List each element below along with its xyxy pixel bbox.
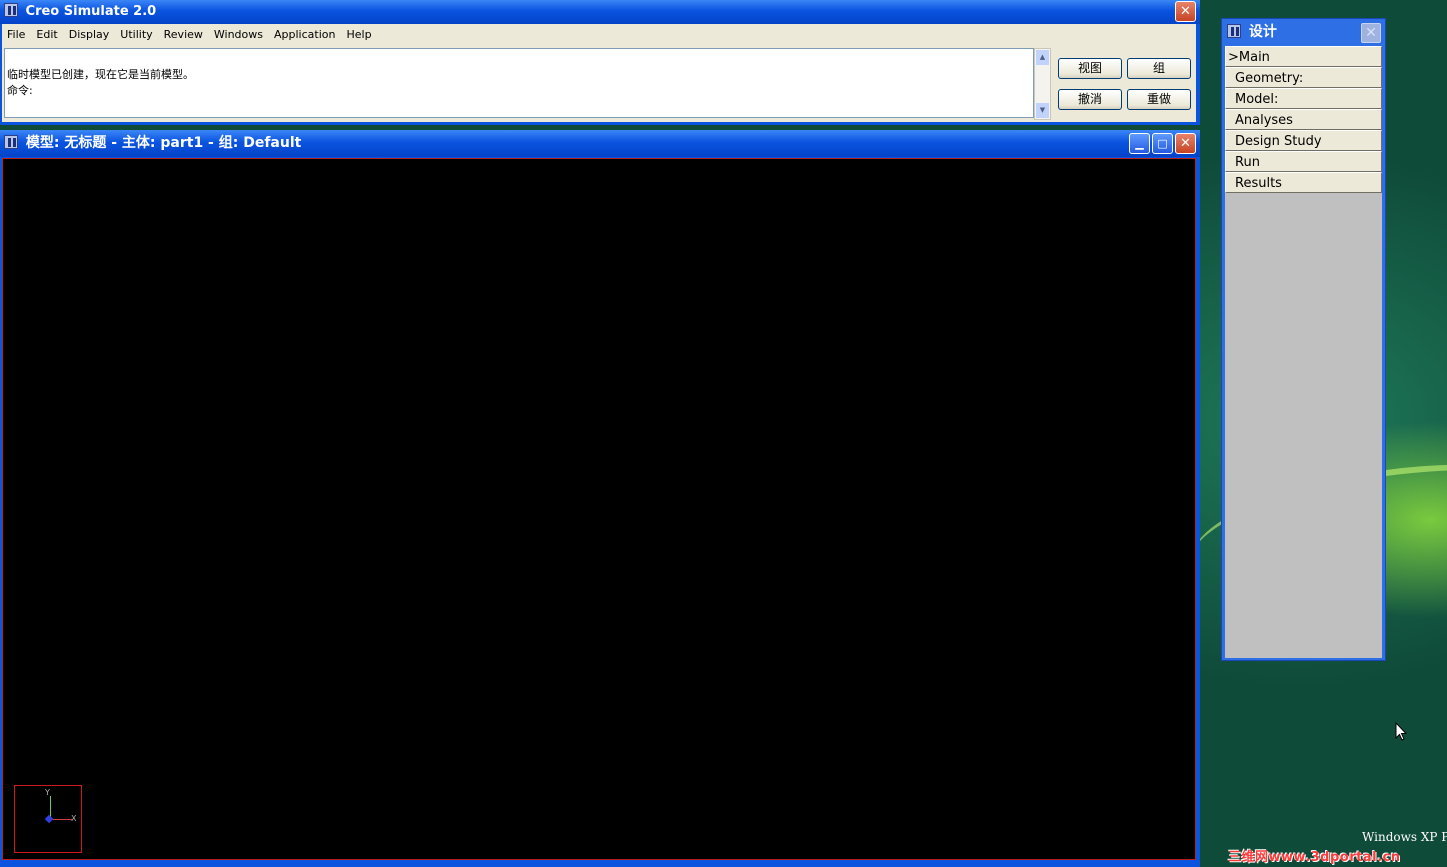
menu-help[interactable]: Help — [341, 28, 377, 41]
model-title-bar[interactable]: 模型: 无标题 - 主体: part1 - 组: Default ▁ □ ✕ — [0, 130, 1200, 157]
menu-run[interactable]: Run — [1225, 151, 1382, 172]
maximize-button[interactable]: □ — [1152, 133, 1173, 154]
menu-bar: File Edit Display Utility Review Windows… — [2, 24, 1196, 44]
x-axis-line — [50, 819, 72, 820]
message-area: 临时模型已创建，现在它是当前模型。 命令: ▲ ▼ 视图 组 撤消 重做 — [2, 44, 1196, 122]
message-scrollbar[interactable]: ▲ ▼ — [1034, 48, 1051, 120]
main-window-title: Creo Simulate 2.0 — [25, 4, 157, 19]
command-prompt: 命令: — [7, 84, 33, 97]
menu-design-study[interactable]: Design Study — [1225, 130, 1382, 151]
design-menu-window: 设计 ✕ >Main Geometry: Model: Analyses Des… — [1221, 18, 1386, 661]
menu-file[interactable]: File — [2, 28, 31, 41]
creo-app-icon — [4, 3, 18, 17]
scroll-down-icon[interactable]: ▼ — [1036, 103, 1049, 118]
menu-application[interactable]: Application — [269, 28, 341, 41]
menu-edit[interactable]: Edit — [31, 28, 63, 41]
message-line: 临时模型已创建，现在它是当前模型。 — [7, 68, 194, 81]
main-close-button[interactable]: ✕ — [1175, 1, 1196, 22]
menu-display[interactable]: Display — [64, 28, 116, 41]
creo-app-icon — [4, 135, 18, 149]
main-title-bar[interactable]: Creo Simulate 2.0 ✕ — [0, 0, 1200, 24]
minimize-button[interactable]: ▁ — [1129, 133, 1150, 154]
view-button[interactable]: 视图 — [1058, 58, 1122, 79]
model-window-title: 模型: 无标题 - 主体: part1 - 组: Default — [25, 135, 302, 151]
menu-analyses[interactable]: Analyses — [1225, 109, 1382, 130]
graphics-viewport[interactable]: Y X — [2, 158, 1196, 860]
watermark-text: 三维网www.3dportal.cn — [1228, 850, 1401, 865]
design-menu-panel: >Main Geometry: Model: Analyses Design S… — [1225, 46, 1382, 658]
model-window-bottom-border — [0, 861, 1200, 867]
menu-review[interactable]: Review — [159, 28, 209, 41]
menu-main[interactable]: >Main — [1225, 46, 1382, 67]
model-close-button[interactable]: ✕ — [1175, 133, 1196, 154]
coordinate-triad: Y X — [14, 785, 82, 853]
menu-utility[interactable]: Utility — [115, 28, 158, 41]
redo-button[interactable]: 重做 — [1127, 89, 1191, 110]
scroll-up-icon[interactable]: ▲ — [1036, 50, 1049, 65]
main-window: Creo Simulate 2.0 ✕ File Edit Display Ut… — [0, 0, 1200, 125]
creo-app-icon — [1227, 24, 1241, 38]
model-window: 模型: 无标题 - 主体: part1 - 组: Default ▁ □ ✕ Y… — [0, 130, 1200, 861]
y-axis-label: Y — [45, 788, 50, 797]
x-axis-label: X — [71, 814, 77, 823]
menu-windows[interactable]: Windows — [209, 28, 269, 41]
os-label: Windows XP P — [1362, 830, 1447, 844]
z-axis-marker — [44, 814, 54, 824]
undo-button[interactable]: 撤消 — [1058, 89, 1122, 110]
menu-results[interactable]: Results — [1225, 172, 1382, 193]
design-close-button[interactable]: ✕ — [1361, 23, 1381, 43]
message-log[interactable]: 临时模型已创建，现在它是当前模型。 命令: — [4, 48, 1034, 118]
group-button[interactable]: 组 — [1127, 58, 1191, 79]
design-window-title: 设计 — [1248, 24, 1277, 40]
menu-model[interactable]: Model: — [1225, 88, 1382, 109]
menu-geometry[interactable]: Geometry: — [1225, 67, 1382, 88]
mouse-cursor-icon — [1395, 722, 1407, 741]
